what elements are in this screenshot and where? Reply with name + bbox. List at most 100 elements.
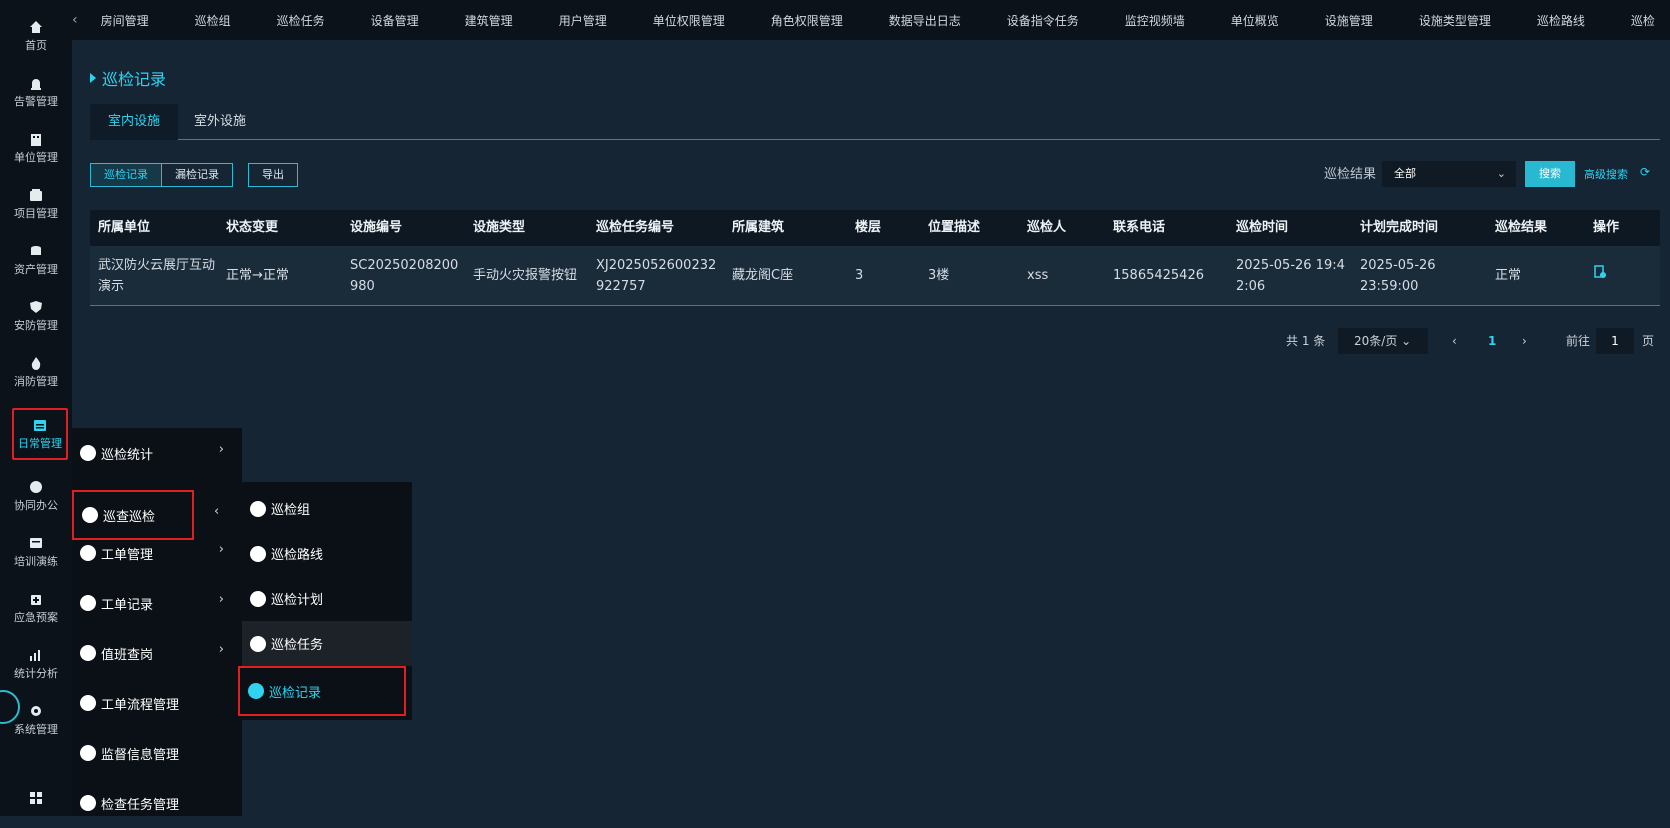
- search-button[interactable]: 搜索: [1525, 161, 1575, 187]
- nav-tab[interactable]: 设备管理: [348, 12, 442, 29]
- menu-item-label: 工单管理: [101, 547, 154, 563]
- table-cell: xss: [1027, 268, 1049, 283]
- tab-bar: 室内设施 室外设施: [90, 104, 1660, 140]
- filter-label: 巡检结果: [1324, 167, 1377, 182]
- sidebar-item-security[interactable]: 安防管理: [0, 290, 72, 342]
- menu-item-label: 检查任务管理: [101, 797, 180, 813]
- sidebar-item-training[interactable]: 培训演练: [0, 526, 72, 578]
- sidebar-item-statistics[interactable]: 统计分析: [0, 638, 72, 690]
- menu-item-label: 巡查巡检: [103, 509, 156, 525]
- sidebar-item-label: 资产管理: [14, 262, 58, 276]
- nav-tab[interactable]: 数据导出日志: [866, 12, 984, 29]
- column-header: 计划完成时间: [1360, 220, 1439, 235]
- bullet-icon: [250, 635, 266, 652]
- menu-item-label: 巡检统计: [101, 447, 154, 463]
- chevron-right-icon: ›: [218, 542, 224, 557]
- bullet-icon: [80, 645, 96, 661]
- nav-tab[interactable]: 监控视频墙: [1102, 12, 1208, 29]
- next-page-icon[interactable]: ›: [1522, 328, 1527, 354]
- sidebar-item-home[interactable]: 首页: [0, 10, 72, 62]
- table-cell: 15865425426: [1113, 268, 1204, 283]
- building-icon: [29, 132, 43, 146]
- submenu-item-route[interactable]: 巡检路线: [242, 531, 412, 576]
- menu-item-label: 工单流程管理: [101, 697, 180, 713]
- bullet-icon: [80, 695, 96, 711]
- project-icon: [29, 188, 43, 202]
- nav-tab[interactable]: 用户管理: [536, 12, 630, 29]
- sidebar-item-emergency[interactable]: 应急预案: [0, 582, 72, 634]
- refresh-icon[interactable]: ⟳: [1640, 165, 1650, 179]
- submenu-item-label: 巡检任务: [271, 638, 324, 653]
- submenu-item-record[interactable]: 巡检记录: [238, 666, 406, 716]
- fire-icon: [29, 356, 43, 370]
- sidebar-item-cooperate[interactable]: 协同办公: [0, 470, 72, 522]
- tab-indoor[interactable]: 室内设施: [90, 104, 179, 140]
- view-detail-icon[interactable]: [1593, 265, 1607, 286]
- nav-tab[interactable]: 巡检任务: [254, 12, 348, 29]
- chevron-down-icon: ⌄: [1401, 334, 1412, 348]
- sidebar-item-label: 安防管理: [14, 318, 58, 332]
- statistics-icon: [29, 648, 43, 662]
- menu-item-supervision[interactable]: 监督信息管理: [72, 728, 242, 778]
- menu-item-inspection-stats[interactable]: 巡检统计 ›: [72, 428, 242, 478]
- table-cell: 正常→正常: [226, 268, 289, 283]
- nav-tab[interactable]: 巡检组: [172, 12, 254, 29]
- menu-item-label: 值班查岗: [101, 647, 154, 663]
- menu-item-workflow[interactable]: 工单流程管理: [72, 678, 242, 728]
- sidebar-item-unit[interactable]: 单位管理: [0, 122, 72, 174]
- sidebar-item-project[interactable]: 项目管理: [0, 178, 72, 230]
- home-icon: [29, 20, 43, 34]
- column-header: 巡检结果: [1495, 220, 1548, 235]
- nav-tab[interactable]: 单位权限管理: [630, 12, 748, 29]
- menu-item-work-order-records[interactable]: 工单记录 ›: [72, 578, 242, 628]
- submenu-item-task[interactable]: 巡检任务: [242, 621, 412, 666]
- alarm-icon: [29, 76, 43, 90]
- submenu-item-plan[interactable]: 巡检计划: [242, 576, 412, 621]
- bullet-icon: [250, 545, 266, 562]
- nav-tab[interactable]: 角色权限管理: [748, 12, 866, 29]
- page-size-select[interactable]: 20条/页 ⌄: [1338, 328, 1428, 354]
- column-header: 操作: [1593, 220, 1620, 235]
- nav-tab[interactable]: 巡检路线: [1514, 12, 1608, 29]
- nav-tab[interactable]: 房间管理: [78, 12, 172, 29]
- prev-page-icon[interactable]: ‹: [1452, 328, 1457, 354]
- menu-item-check-task[interactable]: 检查任务管理: [72, 778, 242, 828]
- menu-item-work-order[interactable]: 工单管理 ›: [72, 528, 242, 578]
- submenu-item-group[interactable]: 巡检组: [242, 486, 412, 531]
- column-header: 所属单位: [98, 220, 151, 235]
- table-cell: 3: [855, 268, 864, 283]
- sidebar-item-more[interactable]: [0, 784, 72, 814]
- export-button[interactable]: 导出: [248, 163, 298, 187]
- sidebar-item-alarm[interactable]: 告警管理: [0, 66, 72, 118]
- sidebar-item-label: 首页: [25, 38, 47, 52]
- menu-item-label: 监督信息管理: [101, 747, 180, 763]
- sidebar-item-daily[interactable]: 日常管理: [12, 408, 68, 460]
- advanced-search-link[interactable]: 高级搜索: [1584, 166, 1628, 182]
- bullet-icon: [80, 545, 96, 561]
- nav-tab[interactable]: 单位概览: [1208, 12, 1302, 29]
- sidebar-item-asset[interactable]: 资产管理: [0, 234, 72, 286]
- grid-icon: [29, 791, 43, 805]
- nav-tab[interactable]: 设备指令任务: [984, 12, 1102, 29]
- sidebar-item-label: 消防管理: [14, 374, 58, 388]
- nav-tab[interactable]: 设施管理: [1302, 12, 1396, 29]
- column-header: 联系电话: [1113, 220, 1166, 235]
- result-filter-select[interactable]: 全部 ⌄: [1382, 161, 1516, 187]
- page-number[interactable]: 1: [1488, 328, 1496, 354]
- sidebar-item-fire[interactable]: 消防管理: [0, 346, 72, 398]
- nav-tab[interactable]: 巡检: [1608, 12, 1670, 29]
- table-header: 所属单位 状态变更 设施编号 设施类型 巡检任务编号 所属建筑 楼层 位置描述 …: [90, 210, 1660, 246]
- column-header: 楼层: [855, 220, 882, 235]
- bullet-icon: [80, 795, 96, 811]
- system-icon: [29, 704, 43, 718]
- nav-tab[interactable]: 建筑管理: [442, 12, 536, 29]
- triangle-icon: [90, 73, 96, 83]
- column-header: 设施类型: [473, 220, 526, 235]
- nav-tab[interactable]: 设施类型管理: [1396, 12, 1514, 29]
- menu-item-duty-check[interactable]: 值班查岗 ›: [72, 628, 242, 678]
- missed-record-button[interactable]: 漏检记录: [161, 163, 233, 187]
- tab-outdoor[interactable]: 室外设施: [176, 104, 264, 140]
- goto-page-input[interactable]: 1: [1596, 328, 1634, 354]
- table-cell: SC20250208200980: [350, 257, 459, 294]
- inspection-record-button[interactable]: 巡检记录: [90, 163, 162, 187]
